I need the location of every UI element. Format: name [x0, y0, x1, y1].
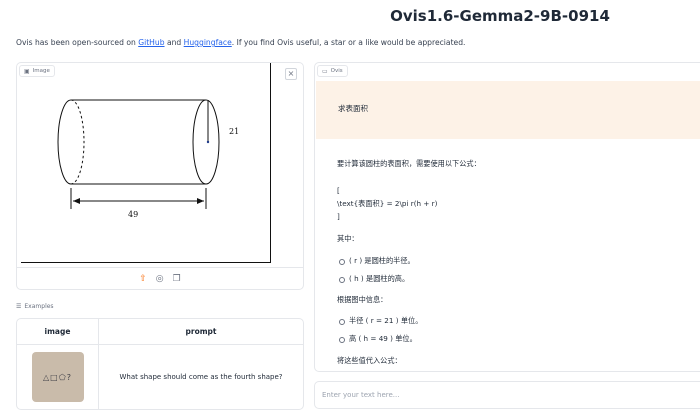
bot-bullet-line: ( h ) 是圆柱的高。 — [337, 274, 409, 284]
bot-text-line: \text{表面积} = 2\pi r(h + r) — [337, 199, 438, 208]
examples-label: Examples — [24, 303, 54, 310]
bot-text-line: 其中： — [337, 234, 359, 243]
example-image-cell[interactable]: △□⬠? — [17, 345, 99, 409]
clear-image-button[interactable]: × — [285, 68, 297, 80]
huggingface-link[interactable]: Huggingface — [184, 38, 232, 47]
example-prompt[interactable]: What shape should come as the fourth sha… — [99, 345, 303, 409]
image-label-badge: ▣ Image — [19, 65, 55, 77]
bot-text-line: [ — [337, 186, 340, 195]
intro-before: Ovis has been open-sourced on — [16, 38, 139, 47]
user-message-text: 求表面积 — [338, 104, 368, 113]
bot-bullet-line: 高 ( h = 49 ) 单位。 — [337, 334, 417, 344]
bot-text-line: ] — [337, 212, 340, 221]
webcam-icon[interactable]: ◎ — [156, 274, 164, 284]
chatbot-label: Ovis — [330, 68, 343, 74]
bot-text-line: 根据图中信息： — [337, 295, 388, 304]
example-thumbnail[interactable]: △□⬠? — [31, 352, 84, 402]
list-icon: ☰ — [16, 303, 22, 310]
chat-icon: ▭ — [322, 67, 328, 75]
cylinder-diagram: 21 49 — [57, 99, 239, 219]
height-label: 21 — [229, 127, 239, 136]
intro-middle: and — [164, 38, 184, 47]
intro-text: Ovis has been open-sourced on GitHub and… — [16, 38, 465, 47]
uploaded-image: 21 49 — [21, 63, 271, 263]
upload-icon[interactable]: ⇧ — [139, 274, 147, 284]
image-toolbar: ⇧ ◎ ❐ — [17, 267, 303, 289]
column-header-image: image — [17, 319, 99, 344]
image-upload-panel[interactable]: 21 49 ▣ Image × ⇧ ◎ ❐ — [16, 62, 304, 290]
examples-header: ☰ Examples — [16, 303, 54, 310]
text-input[interactable]: Enter your text here... — [314, 381, 700, 409]
clipboard-icon[interactable]: ❐ — [173, 274, 181, 284]
github-link[interactable]: GitHub — [138, 38, 164, 47]
app-title: Ovis1.6-Gemma2-9B-0914 — [390, 7, 610, 25]
user-message: 求表面积 — [316, 81, 700, 139]
image-label: Image — [32, 68, 50, 74]
bot-bullet-line: 半径 ( r = 21 ) 单位。 — [337, 316, 422, 326]
bot-text-line: 将这些值代入公式： — [337, 356, 402, 365]
chatbot-label-badge: ▭ Ovis — [317, 65, 348, 77]
examples-table-header: image prompt — [17, 319, 303, 345]
length-label: 49 — [128, 210, 138, 219]
column-header-prompt: prompt — [185, 327, 217, 336]
image-icon: ▣ — [24, 67, 30, 75]
examples-table: image prompt △□⬠? What shape should come… — [16, 318, 304, 410]
bot-bullet-line: ( r ) 是圆柱的半径。 — [337, 256, 415, 266]
bot-text-line: 要计算该圆柱的表面积，需要使用以下公式： — [337, 159, 481, 168]
chatbot-panel: ▭ Ovis 求表面积 要计算该圆柱的表面积，需要使用以下公式： [ \text{表面… — [314, 62, 700, 372]
intro-after: . If you find Ovis useful, a star or a l… — [231, 38, 466, 47]
example-row[interactable]: △□⬠? What shape should come as the fourt… — [17, 345, 303, 409]
